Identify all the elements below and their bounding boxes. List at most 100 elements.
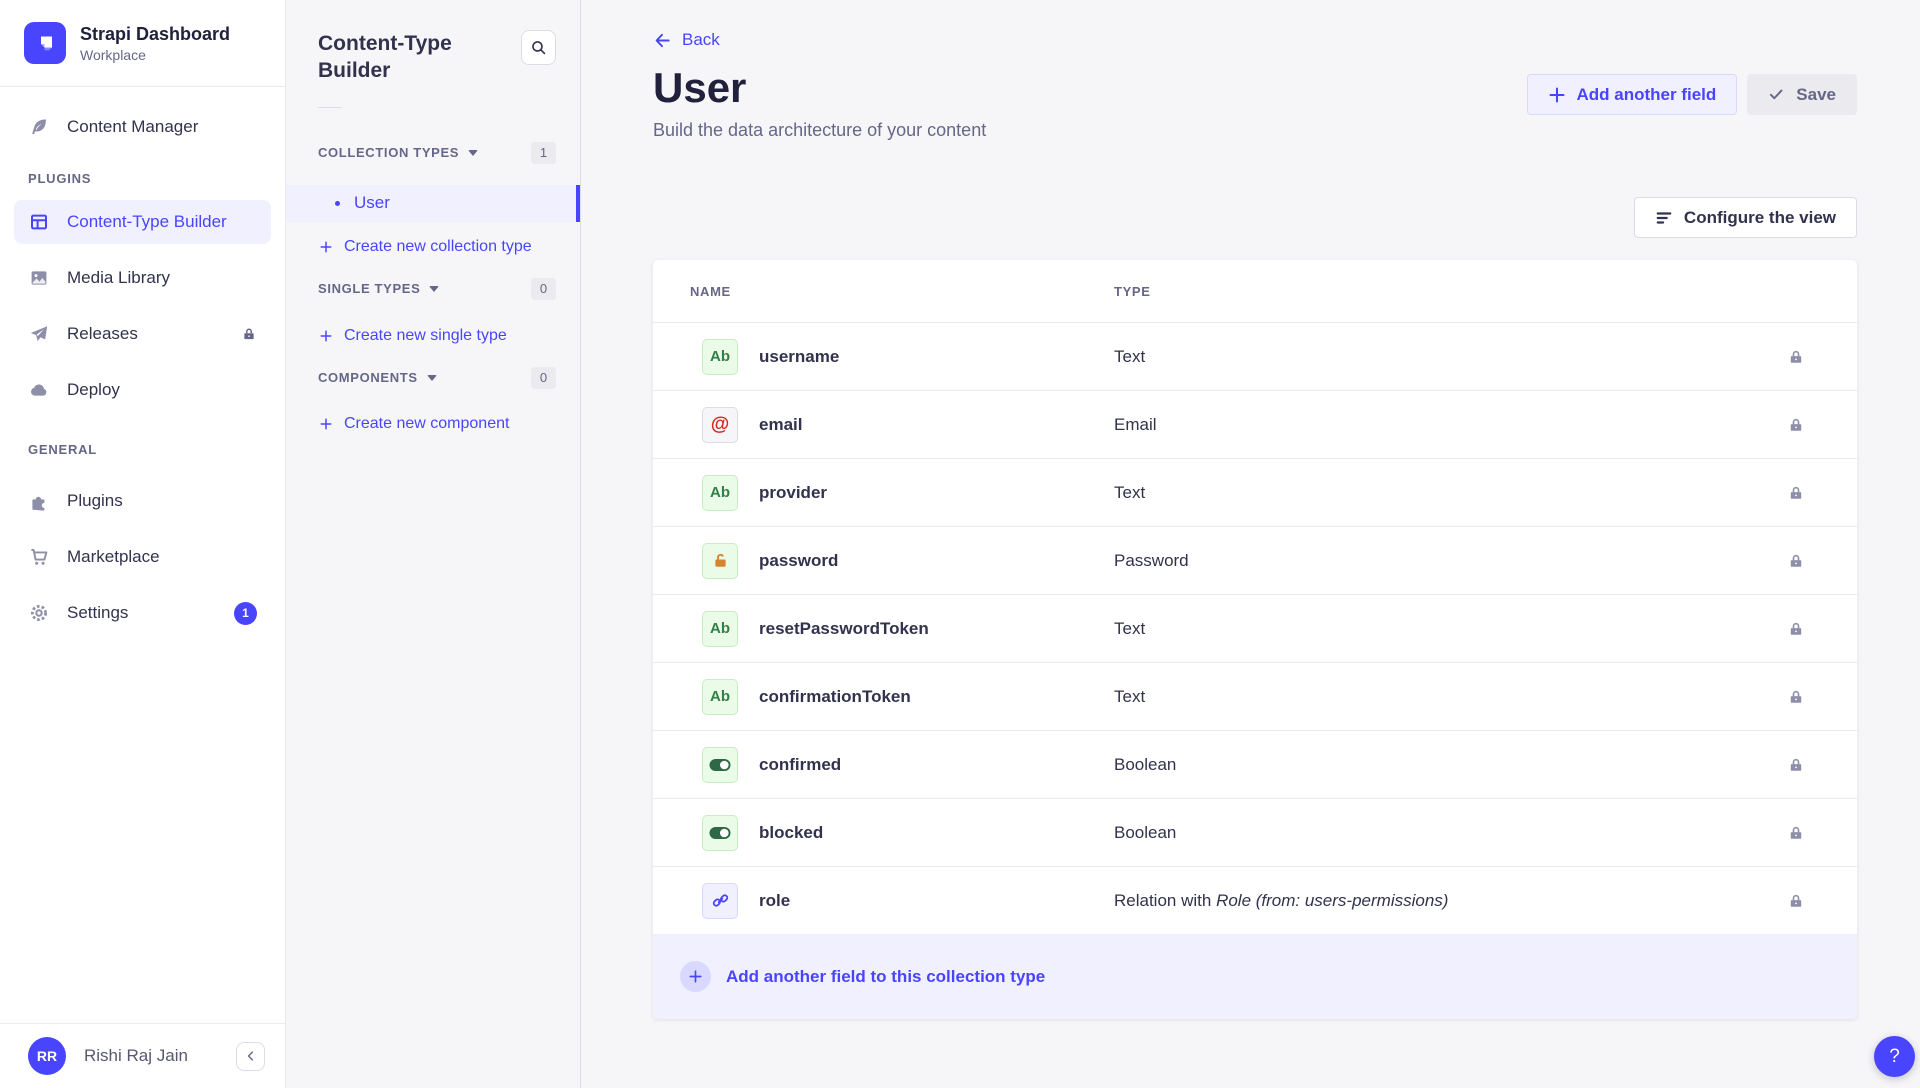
create-component-link[interactable]: Create new component xyxy=(286,412,580,436)
app-title: Strapi Dashboard xyxy=(80,23,230,46)
main-content: Back User Build the data architecture of… xyxy=(581,0,1920,1088)
boolean-field-icon xyxy=(702,747,738,783)
lock-icon xyxy=(1787,552,1805,570)
sidebar-item-label: Plugins xyxy=(67,491,123,511)
text-field-icon: Ab xyxy=(702,475,738,511)
app-root: Strapi Dashboard Workplace Content Manag… xyxy=(0,0,1920,1088)
field-type: Password xyxy=(1114,551,1787,571)
plus-icon xyxy=(1548,86,1566,104)
field-type: Relation with Role (from: users-permissi… xyxy=(1114,891,1787,911)
table-row: password Password xyxy=(653,526,1857,594)
sidebar-item-plugins[interactable]: Plugins xyxy=(14,479,271,523)
puzzle-icon xyxy=(28,490,50,512)
field-name: blocked xyxy=(759,823,1114,843)
sidebar-item-releases[interactable]: Releases xyxy=(14,312,271,356)
table-row: Ab username Text xyxy=(653,322,1857,390)
sidebar-item-label: Content Manager xyxy=(67,117,198,137)
lock-icon xyxy=(1787,756,1805,774)
help-button[interactable]: ? xyxy=(1874,1036,1915,1077)
check-icon xyxy=(1768,86,1785,103)
subnav-title: Content-Type Builder xyxy=(318,30,478,85)
sidebar-nav: Content Manager PLUGINS Content-Type Bui… xyxy=(0,87,285,1023)
create-single-type-link[interactable]: Create new single type xyxy=(286,324,580,348)
subnav-item-user[interactable]: User xyxy=(286,185,580,222)
table-row: @ email Email xyxy=(653,390,1857,458)
search-icon xyxy=(530,39,547,56)
sidebar-item-marketplace[interactable]: Marketplace xyxy=(14,535,271,579)
plus-icon xyxy=(319,329,333,343)
image-icon xyxy=(28,267,50,289)
add-field-row-label: Add another field to this collection typ… xyxy=(726,967,1045,987)
sidebar-section-plugins: PLUGINS xyxy=(14,171,271,186)
table-row: Ab resetPasswordToken Text xyxy=(653,594,1857,662)
plus-icon xyxy=(319,240,333,254)
sidebar-item-media-library[interactable]: Media Library xyxy=(14,256,271,300)
list-settings-icon xyxy=(1655,209,1673,227)
section-components[interactable]: COMPONENTS 0 xyxy=(286,367,580,389)
chevron-left-icon xyxy=(244,1049,258,1063)
lock-icon xyxy=(1787,892,1805,910)
field-type: Text xyxy=(1114,347,1787,367)
save-button[interactable]: Save xyxy=(1747,74,1857,115)
table-row: role Relation with Role (from: users-per… xyxy=(653,866,1857,934)
lock-icon xyxy=(1787,824,1805,842)
feather-pen-icon xyxy=(28,116,50,138)
field-type: Text xyxy=(1114,619,1787,639)
field-name: role xyxy=(759,891,1114,911)
lock-icon xyxy=(1787,348,1805,366)
collapse-sidebar-button[interactable] xyxy=(236,1042,265,1071)
divider xyxy=(318,107,342,108)
field-name: password xyxy=(759,551,1114,571)
main-sidebar: Strapi Dashboard Workplace Content Manag… xyxy=(0,0,286,1088)
boolean-field-icon xyxy=(702,815,738,851)
email-field-icon: @ xyxy=(702,407,738,443)
paper-plane-icon xyxy=(28,323,50,345)
field-type: Text xyxy=(1114,687,1787,707)
section-single-types[interactable]: SINGLE TYPES 0 xyxy=(286,278,580,300)
add-field-row[interactable]: Add another field to this collection typ… xyxy=(653,934,1857,1019)
field-type: Boolean xyxy=(1114,823,1787,843)
lock-icon xyxy=(241,326,257,342)
configure-view-button[interactable]: Configure the view xyxy=(1634,197,1857,238)
header-actions: Add another field Save xyxy=(1527,74,1857,115)
search-button[interactable] xyxy=(521,30,556,65)
chevron-down-icon xyxy=(468,150,478,156)
fields-table-card: NAME TYPE Ab username Text @ email Email… xyxy=(653,260,1857,1019)
add-another-field-button[interactable]: Add another field xyxy=(1527,74,1738,115)
content-type-builder-panel: Content-Type Builder COLLECTION TYPES 1 … xyxy=(286,0,581,1088)
field-type: Boolean xyxy=(1114,755,1787,775)
workspace-switcher[interactable]: Strapi Dashboard Workplace xyxy=(0,0,285,86)
sidebar-item-label: Marketplace xyxy=(67,547,160,567)
sidebar-item-deploy[interactable]: Deploy xyxy=(14,368,271,412)
sidebar-section-general: GENERAL xyxy=(14,442,271,457)
workspace-name: Workplace xyxy=(80,47,230,63)
sidebar-item-label: Deploy xyxy=(67,380,120,400)
column-header-type: TYPE xyxy=(1114,284,1151,299)
page-subtitle: Build the data architecture of your cont… xyxy=(653,120,986,141)
create-collection-type-link[interactable]: Create new collection type xyxy=(286,235,580,259)
chevron-down-icon xyxy=(429,286,439,292)
text-field-icon: Ab xyxy=(702,679,738,715)
sidebar-item-settings[interactable]: Settings 1 xyxy=(14,591,271,635)
field-name: username xyxy=(759,347,1114,367)
password-field-icon xyxy=(702,543,738,579)
sidebar-item-content-type-builder[interactable]: Content-Type Builder xyxy=(14,200,271,244)
relation-detail: Role (from: users-permissions) xyxy=(1216,891,1448,910)
shopping-cart-icon xyxy=(28,546,50,568)
workspace-info: Strapi Dashboard Workplace xyxy=(80,23,230,64)
components-count: 0 xyxy=(531,367,556,389)
page-title: User xyxy=(653,64,986,112)
table-row: Ab confirmationToken Text xyxy=(653,662,1857,730)
sidebar-item-label: Content-Type Builder xyxy=(67,212,227,232)
sidebar-item-content-manager[interactable]: Content Manager xyxy=(14,105,271,149)
field-type: Email xyxy=(1114,415,1787,435)
layout-grid-icon xyxy=(28,211,50,233)
back-link[interactable]: Back xyxy=(653,30,720,50)
section-collection-types[interactable]: COLLECTION TYPES 1 xyxy=(286,142,580,164)
table-row: blocked Boolean xyxy=(653,798,1857,866)
user-name: Rishi Raj Jain xyxy=(84,1046,188,1066)
sidebar-item-label: Releases xyxy=(67,324,138,344)
page-header: User Build the data architecture of your… xyxy=(653,64,1857,141)
collection-types-count: 1 xyxy=(531,142,556,164)
sidebar-user-area[interactable]: RR Rishi Raj Jain xyxy=(0,1023,285,1088)
